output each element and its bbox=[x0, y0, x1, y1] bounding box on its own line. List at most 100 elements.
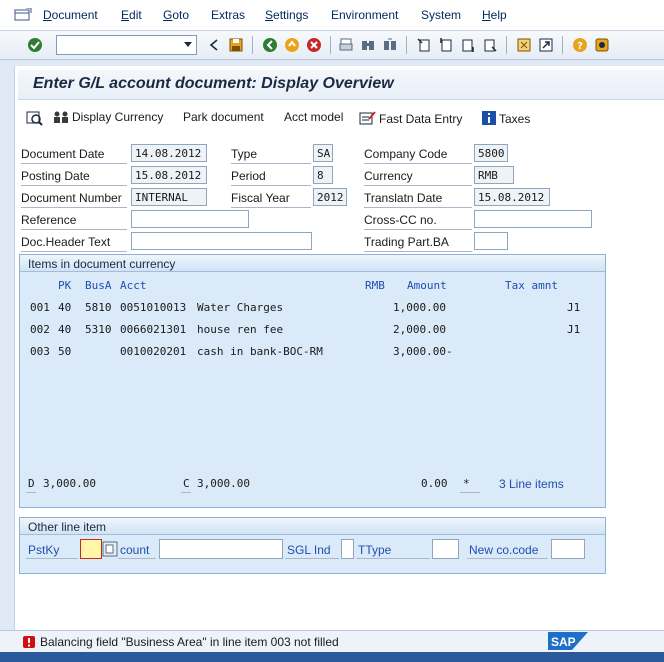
col-pk-header[interactable]: PK bbox=[58, 279, 71, 292]
pstky-input[interactable] bbox=[80, 539, 102, 559]
find-next-icon[interactable] bbox=[382, 37, 398, 53]
bottom-strip bbox=[0, 652, 664, 662]
menu-edit[interactable]: Edit bbox=[121, 8, 142, 22]
doc-header-text-input[interactable] bbox=[131, 232, 312, 250]
cancel-icon[interactable] bbox=[306, 37, 322, 53]
overview-button[interactable] bbox=[26, 110, 46, 126]
menu-extras[interactable]: Extras bbox=[211, 8, 245, 22]
company-code-field[interactable]: 5800 bbox=[474, 144, 508, 162]
translatn-date-field[interactable]: 15.08.2012 bbox=[474, 188, 550, 206]
system-toolbar: ? bbox=[0, 31, 664, 60]
document-date-field[interactable]: 14.08.2012 bbox=[131, 144, 207, 162]
new-co-code-input[interactable] bbox=[551, 539, 585, 559]
row-busa: 5310 bbox=[85, 323, 112, 336]
account-label: count bbox=[120, 543, 150, 557]
next-page-icon[interactable] bbox=[460, 37, 476, 53]
row-line-number[interactable]: 002 bbox=[30, 323, 50, 336]
back-arrow-icon[interactable] bbox=[206, 37, 222, 53]
print-icon[interactable] bbox=[338, 37, 354, 53]
row-line-number[interactable]: 003 bbox=[30, 345, 50, 358]
row-text: Water Charges bbox=[197, 301, 284, 314]
menu-system[interactable]: System bbox=[421, 8, 461, 22]
menu-document[interactable]: Document bbox=[43, 8, 98, 22]
cross-cc-label: Cross-CC no. bbox=[364, 213, 437, 227]
trading-part-input[interactable] bbox=[474, 232, 508, 250]
people-icon bbox=[54, 111, 68, 123]
menu-settings[interactable]: Settings bbox=[265, 8, 308, 22]
ttype-input[interactable] bbox=[432, 539, 459, 559]
posting-date-label: Posting Date bbox=[21, 169, 90, 183]
row-acct: 0010020201 bbox=[120, 345, 187, 358]
fast-data-entry-button[interactable]: Fast Data Entry bbox=[359, 110, 462, 126]
svg-text:?: ? bbox=[577, 41, 583, 52]
row-acct: 0066021301 bbox=[120, 323, 187, 336]
period-field[interactable]: 8 bbox=[313, 166, 333, 184]
col-busa-header[interactable]: BusA bbox=[85, 279, 112, 292]
help-icon[interactable]: ? bbox=[572, 37, 588, 53]
info-icon bbox=[482, 111, 496, 125]
account-input[interactable] bbox=[159, 539, 283, 559]
posting-date-field[interactable]: 15.08.2012 bbox=[131, 166, 207, 184]
taxes-button[interactable]: Taxes bbox=[481, 110, 530, 126]
exit-icon[interactable] bbox=[284, 37, 300, 53]
menu-bar: Document Edit Goto Extras Settings Envir… bbox=[0, 0, 664, 31]
error-icon bbox=[23, 636, 35, 648]
previous-page-icon[interactable] bbox=[438, 37, 454, 53]
page-title: Enter G/L account document: Display Over… bbox=[33, 75, 394, 92]
cross-cc-input[interactable] bbox=[474, 210, 592, 228]
back-icon[interactable] bbox=[262, 37, 278, 53]
document-date-label: Document Date bbox=[21, 147, 105, 161]
sgl-ind-input[interactable] bbox=[341, 539, 354, 559]
search-help-icon[interactable] bbox=[102, 541, 118, 557]
new-session-icon[interactable] bbox=[516, 37, 532, 53]
shortcut-icon[interactable] bbox=[538, 37, 554, 53]
debit-label: D bbox=[28, 477, 35, 490]
menu-icon[interactable] bbox=[14, 8, 32, 22]
application-toolbar: Display Currency Park document Acct mode… bbox=[18, 104, 664, 130]
col-acct-header[interactable]: Acct bbox=[120, 279, 147, 292]
park-document-button[interactable]: Park document bbox=[183, 110, 264, 124]
type-label: Type bbox=[231, 147, 258, 161]
col-tax-header[interactable]: Tax amnt bbox=[505, 279, 558, 292]
enter-checkmark-icon[interactable] bbox=[27, 37, 43, 53]
ttype-label: TType bbox=[358, 543, 392, 557]
doc-header-text-label: Doc.Header Text bbox=[21, 235, 111, 249]
other-line-item-title: Other line item bbox=[20, 518, 605, 535]
row-amount: 1,000.00 bbox=[393, 301, 446, 314]
line-items-count: 3 Line items bbox=[499, 477, 564, 491]
fiscal-year-label: Fiscal Year bbox=[231, 191, 290, 205]
title-bar: Enter G/L account document: Display Over… bbox=[18, 70, 664, 100]
row-amount: 3,000.00- bbox=[393, 345, 453, 358]
last-page-icon[interactable] bbox=[482, 37, 498, 53]
col-rmb-header[interactable]: RMB bbox=[365, 279, 385, 292]
menu-help[interactable]: Help bbox=[482, 8, 507, 22]
magnifier-icon bbox=[26, 111, 43, 126]
new-co-code-label: New co.code bbox=[469, 543, 539, 557]
document-number-field[interactable]: INTERNAL bbox=[131, 188, 207, 206]
menu-goto[interactable]: Goto bbox=[163, 8, 189, 22]
fiscal-year-field[interactable]: 2012 bbox=[313, 188, 347, 206]
acct-model-button[interactable]: Acct model bbox=[284, 110, 343, 124]
chevron-down-icon[interactable] bbox=[184, 42, 192, 47]
type-field[interactable]: SA bbox=[313, 144, 333, 162]
pstky-label: PstKy bbox=[28, 543, 60, 557]
menu-environment[interactable]: Environment bbox=[331, 8, 398, 22]
first-page-icon[interactable] bbox=[416, 37, 432, 53]
save-icon[interactable] bbox=[228, 37, 244, 53]
find-icon[interactable] bbox=[360, 37, 376, 53]
reference-input[interactable] bbox=[131, 210, 249, 228]
reference-label: Reference bbox=[21, 213, 77, 227]
row-line-number[interactable]: 001 bbox=[30, 301, 50, 314]
customize-layout-icon[interactable] bbox=[594, 37, 610, 53]
sgl-ind-label: SGL Ind bbox=[287, 543, 331, 557]
row-amount: 2,000.00 bbox=[393, 323, 446, 336]
row-pk: 40 bbox=[58, 301, 72, 314]
display-currency-button[interactable]: Display Currency bbox=[52, 110, 163, 124]
col-amount-header[interactable]: Amount bbox=[407, 279, 447, 292]
status-message[interactable]: Balancing field "Business Area" in line … bbox=[40, 635, 339, 649]
currency-field[interactable]: RMB bbox=[474, 166, 514, 184]
row-acct: 0051010013 bbox=[120, 301, 187, 314]
command-field[interactable] bbox=[56, 35, 197, 55]
translatn-date-label: Translatn Date bbox=[364, 191, 443, 205]
difference-indicator: * bbox=[463, 477, 470, 490]
